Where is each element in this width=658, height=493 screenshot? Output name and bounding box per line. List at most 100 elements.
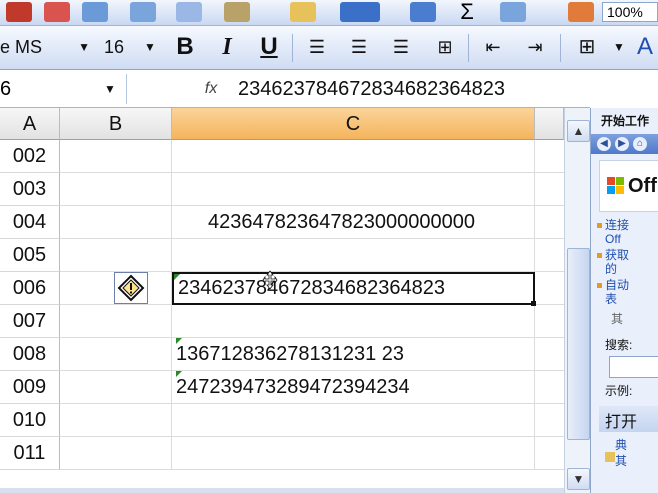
- toolbar-separator: [292, 34, 293, 62]
- formatting-toolbar: e MS ▼ 16 ▼ B I U ☰ ☰ ☰ ⊞ ⇤ ⇥ ⊞ ▼ A: [0, 26, 658, 70]
- open-section-title: 打开: [605, 414, 638, 431]
- bullet-icon: [597, 223, 602, 228]
- row-header[interactable]: 008: [0, 338, 60, 371]
- bullet-icon: [597, 283, 602, 288]
- task-link[interactable]: 自动: [605, 278, 629, 292]
- forward-icon[interactable]: ▶: [615, 137, 629, 151]
- task-pane: 开始工作 ◀ ▶ ⌂ Off 连接 Off 获取 的 自动 表 其 搜索: 示例…: [590, 108, 658, 493]
- print-icon[interactable]: [6, 2, 32, 22]
- fill-handle[interactable]: [531, 301, 536, 306]
- error-indicator-icon: [176, 371, 182, 377]
- sum-icon[interactable]: Σ: [454, 1, 480, 23]
- row-header[interactable]: 006: [0, 272, 60, 305]
- task-pane-title: 开始工作: [601, 114, 650, 128]
- task-link[interactable]: Off: [605, 232, 621, 246]
- column-c-cells[interactable]: [172, 140, 535, 470]
- function-icon[interactable]: fx: [200, 78, 222, 100]
- cell-c009[interactable]: 247239473289472394234: [176, 371, 410, 404]
- mouse-cursor-icon: [262, 270, 278, 290]
- preview-icon[interactable]: [44, 2, 70, 22]
- font-name-select[interactable]: e MS ▼: [0, 34, 92, 60]
- font-color-button[interactable]: A: [630, 32, 658, 62]
- example-label: 示例:: [605, 384, 633, 398]
- row-header[interactable]: 007: [0, 305, 60, 338]
- error-indicator-icon: [176, 338, 182, 344]
- active-cell-c006[interactable]: 234623784672834682364823: [172, 272, 536, 306]
- column-header-b[interactable]: B: [60, 108, 172, 140]
- row-header[interactable]: 002: [0, 140, 60, 173]
- spell-icon[interactable]: [82, 2, 108, 22]
- bullet-icon: [597, 253, 602, 258]
- font-size-value: 16: [104, 37, 125, 57]
- scroll-up-button[interactable]: ▲: [567, 120, 590, 142]
- decrease-indent-button[interactable]: ⇤: [478, 32, 508, 62]
- grid-line: [60, 436, 564, 437]
- row-header[interactable]: 011: [0, 437, 60, 470]
- task-link[interactable]: 的: [605, 262, 617, 276]
- sort-icon[interactable]: [500, 2, 526, 22]
- chevron-down-icon[interactable]: ▼: [104, 74, 116, 104]
- office-logo-icon: [607, 177, 624, 194]
- name-box-value: 6: [0, 78, 12, 100]
- paste-icon[interactable]: [224, 2, 250, 22]
- align-right-button[interactable]: ☰: [386, 32, 416, 62]
- hyperlink-icon[interactable]: [410, 2, 436, 22]
- back-icon[interactable]: ◀: [597, 137, 611, 151]
- chevron-down-icon: ▼: [144, 40, 156, 54]
- open-file-link[interactable]: 典: [615, 438, 627, 452]
- search-input[interactable]: [609, 356, 658, 378]
- task-pane-navbar: ◀ ▶ ⌂: [591, 134, 658, 154]
- toolbar-separator: [560, 34, 561, 62]
- cell-c006-value: 234623784672834682364823: [178, 277, 445, 299]
- cell-c009-value: 247239473289472394234: [176, 376, 410, 398]
- home-icon[interactable]: ⌂: [633, 137, 647, 151]
- zoom-box[interactable]: 100%: [602, 2, 658, 22]
- warning-diamond-icon: [117, 274, 145, 302]
- increase-indent-button[interactable]: ⇥: [520, 32, 550, 62]
- research-icon[interactable]: [130, 2, 156, 22]
- row-header[interactable]: 009: [0, 371, 60, 404]
- align-center-button[interactable]: ☰: [344, 32, 374, 62]
- formula-bar: 6 ▼ fx 234623784672834682364823: [0, 70, 590, 108]
- cell-c008[interactable]: 136712836278131231 23: [176, 338, 404, 371]
- cell-c008-value: 136712836278131231 23: [176, 343, 405, 365]
- vertical-scrollbar[interactable]: ▲ ▼: [564, 108, 590, 493]
- italic-button[interactable]: I: [212, 32, 242, 62]
- copy-icon[interactable]: [176, 2, 202, 22]
- formula-input[interactable]: 234623784672834682364823: [238, 74, 578, 104]
- task-link[interactable]: 连接: [605, 218, 629, 232]
- name-box[interactable]: 6 ▼: [0, 74, 127, 104]
- merge-center-button[interactable]: ⊞: [430, 32, 460, 62]
- bold-button[interactable]: B: [170, 32, 200, 62]
- task-link[interactable]: 其: [611, 312, 623, 326]
- open-section-header: 打开: [599, 406, 658, 432]
- row-header[interactable]: 004: [0, 206, 60, 239]
- row-header[interactable]: 010: [0, 404, 60, 437]
- chevron-down-icon: ▼: [78, 40, 90, 54]
- row-header[interactable]: 005: [0, 239, 60, 272]
- scroll-thumb[interactable]: [567, 248, 590, 440]
- sheet-tabs-strip[interactable]: [0, 488, 564, 493]
- scroll-down-button[interactable]: ▼: [567, 468, 590, 490]
- grid-line: [60, 172, 564, 173]
- column-header-c[interactable]: C: [172, 108, 535, 140]
- open-file-link[interactable]: 其: [615, 454, 627, 468]
- task-link[interactable]: 表: [605, 292, 617, 306]
- format-painter-icon[interactable]: [290, 2, 316, 22]
- office-logo-box: Off: [599, 160, 658, 212]
- align-left-button[interactable]: ☰: [302, 32, 332, 62]
- worksheet-grid: 002 003 004 005 006 007 008 009 010 011 …: [0, 140, 564, 488]
- task-link[interactable]: 获取: [605, 248, 629, 262]
- borders-button[interactable]: ⊞: [572, 32, 602, 62]
- underline-button[interactable]: U: [254, 32, 284, 62]
- undo-icon[interactable]: [340, 2, 380, 22]
- font-name-value: e MS: [0, 37, 43, 57]
- row-header[interactable]: 003: [0, 173, 60, 206]
- search-label: 搜索:: [605, 338, 633, 352]
- column-header-d[interactable]: [535, 108, 564, 140]
- cell-c004[interactable]: 423647823647823000000000: [208, 206, 475, 239]
- chart-icon[interactable]: [568, 2, 594, 22]
- column-header-a[interactable]: A: [0, 108, 60, 140]
- error-smart-tag-button[interactable]: [114, 272, 148, 304]
- font-size-select[interactable]: 16 ▼: [104, 34, 164, 60]
